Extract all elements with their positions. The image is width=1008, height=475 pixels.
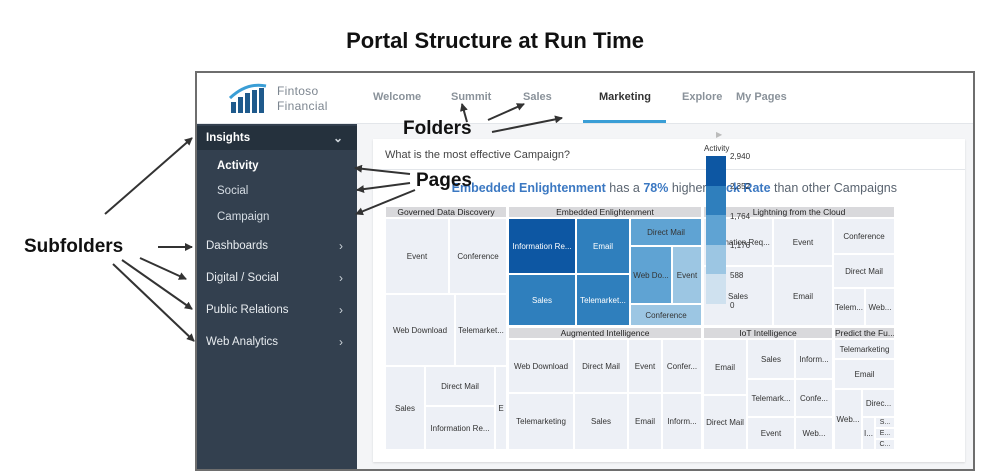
arrow xyxy=(354,164,411,175)
arrow xyxy=(487,103,525,121)
arrow xyxy=(355,189,416,216)
arrow xyxy=(104,137,193,215)
arrow xyxy=(121,259,193,310)
arrow xyxy=(356,182,411,194)
arrow xyxy=(139,257,187,280)
arrow xyxy=(491,115,563,133)
arrow xyxy=(460,103,468,123)
annotation-arrows xyxy=(104,103,563,342)
